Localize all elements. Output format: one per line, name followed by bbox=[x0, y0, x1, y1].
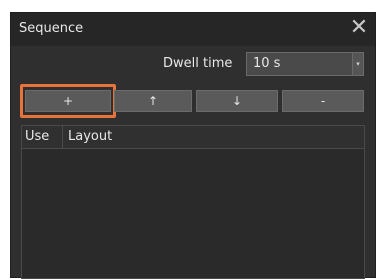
remove-button[interactable]: - bbox=[282, 90, 364, 112]
column-header-layout[interactable]: Layout bbox=[68, 129, 112, 144]
column-divider[interactable] bbox=[62, 126, 63, 148]
move-up-button[interactable]: ↑ bbox=[114, 90, 192, 112]
close-icon[interactable]: ✕ bbox=[349, 17, 369, 39]
move-down-button[interactable]: ↓ bbox=[196, 90, 278, 112]
table-header: Use Layout bbox=[22, 126, 364, 149]
sequence-table[interactable]: Use Layout bbox=[21, 125, 365, 279]
dwell-time-label: Dwell time bbox=[163, 56, 233, 71]
dwell-time-value: 10 s bbox=[253, 56, 281, 71]
dialog-title: Sequence bbox=[19, 21, 84, 36]
chevron-down-icon[interactable]: ▾ bbox=[352, 53, 363, 75]
add-button[interactable]: + bbox=[25, 90, 111, 112]
sequence-dialog: Sequence ✕ Dwell time 10 s ▾ + ↑ ↓ - Use… bbox=[10, 12, 376, 279]
title-bar: Sequence ✕ bbox=[11, 13, 375, 46]
column-header-use[interactable]: Use bbox=[25, 129, 49, 144]
dwell-time-select[interactable]: 10 s ▾ bbox=[246, 52, 364, 76]
